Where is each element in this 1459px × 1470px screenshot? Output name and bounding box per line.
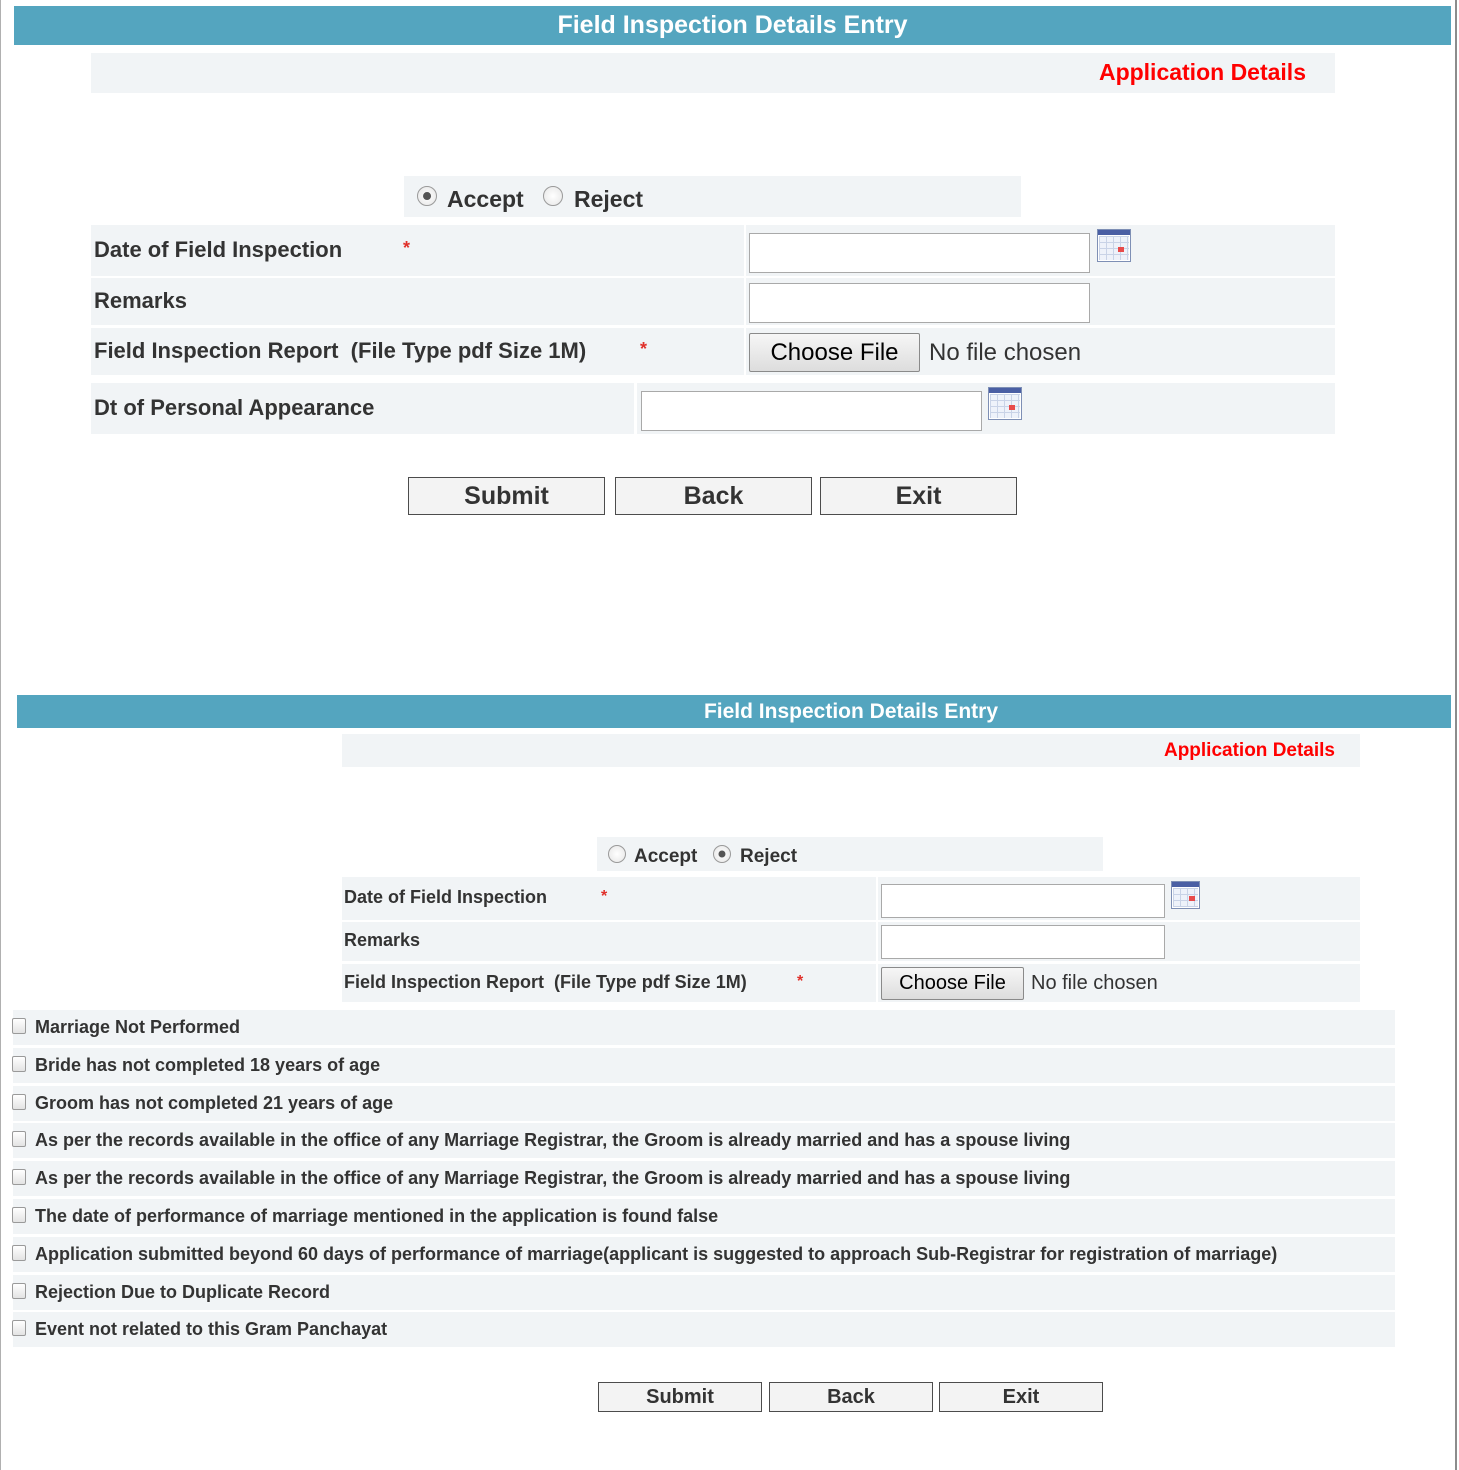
calendar-icon[interactable] — [1097, 229, 1131, 262]
form1-date-required-mark: * — [403, 238, 411, 258]
window-left-edge — [0, 0, 1, 1470]
form1-no-file-text: No file chosen — [929, 339, 1082, 366]
rejection-reason-checkbox[interactable] — [12, 1283, 26, 1299]
form2-title: Field Inspection Details Entry — [703, 700, 999, 723]
form2-report-required-mark: * — [797, 973, 804, 990]
rejection-reason-label[interactable]: As per the records available in the offi… — [35, 1168, 1070, 1189]
form2-reject-radio[interactable] — [713, 845, 731, 863]
form1-exit-button[interactable]: Exit — [820, 477, 1017, 515]
rejection-reason-label[interactable]: Bride has not completed 18 years of age — [35, 1055, 380, 1076]
form2-remarks-label: Remarks — [344, 930, 421, 950]
form2-application-details-link[interactable]: Application Details — [1000, 740, 1335, 762]
form1-appearance-label: Dt of Personal Appearance — [94, 395, 375, 420]
form1-application-details-link[interactable]: Application Details — [900, 59, 1306, 86]
form1-remarks-label: Remarks — [94, 288, 187, 313]
rejection-reason-label[interactable]: Rejection Due to Duplicate Record — [35, 1282, 330, 1303]
form1-back-button[interactable]: Back — [615, 477, 812, 515]
form2-remarks-input[interactable] — [881, 925, 1165, 959]
form2-remarks-label-cell — [342, 922, 876, 961]
form2-report-label: Field Inspection Report (File Type pdf S… — [344, 972, 747, 992]
form1-remarks-input[interactable] — [749, 283, 1090, 323]
form2-reject-label[interactable]: Reject — [740, 846, 797, 868]
form2-accept-radio[interactable] — [608, 845, 626, 863]
form2-choose-file-button[interactable]: Choose File — [881, 967, 1024, 1000]
calendar-icon[interactable] — [988, 387, 1022, 420]
form1-report-required-mark: * — [640, 339, 648, 359]
rejection-reason-label[interactable]: Marriage Not Performed — [35, 1017, 240, 1038]
rejection-reason-checkbox[interactable] — [12, 1245, 26, 1261]
rejection-reason-label[interactable]: Groom has not completed 21 years of age — [35, 1093, 393, 1114]
form2-submit-button[interactable]: Submit — [598, 1382, 762, 1412]
form1-date-label: Date of Field Inspection — [94, 237, 343, 262]
form2-date-input[interactable] — [881, 884, 1165, 918]
form1-reject-label[interactable]: Reject — [574, 186, 643, 213]
calendar-icon[interactable] — [1171, 881, 1200, 909]
form1-accept-radio[interactable] — [417, 186, 437, 206]
form1-choose-file-button[interactable]: Choose File — [749, 333, 920, 372]
form2-accept-label[interactable]: Accept — [634, 846, 697, 868]
form1-date-input[interactable] — [749, 233, 1090, 273]
form1-remarks-label-cell — [91, 278, 744, 325]
form1-report-label: Field Inspection Report (File Type pdf S… — [94, 338, 587, 363]
rejection-reason-checkbox[interactable] — [12, 1207, 26, 1223]
rejection-reason-label[interactable]: As per the records available in the offi… — [35, 1130, 1070, 1151]
rejection-reason-label[interactable]: The date of performance of marriage ment… — [35, 1206, 718, 1227]
form2-title-bar: Field Inspection Details Entry — [17, 695, 1451, 728]
rejection-reason-checkbox[interactable] — [12, 1018, 26, 1034]
form1-submit-button[interactable]: Submit — [408, 477, 605, 515]
form1-title: Field Inspection Details Entry — [557, 11, 908, 39]
rejection-reason-label[interactable]: Application submitted beyond 60 days of … — [35, 1244, 1277, 1265]
form2-no-file-text: No file chosen — [1031, 972, 1158, 994]
rejection-reason-checkbox[interactable] — [12, 1320, 26, 1336]
form1-reject-radio[interactable] — [543, 186, 563, 206]
form2-date-required-mark: * — [601, 888, 608, 905]
form2-exit-button[interactable]: Exit — [939, 1382, 1103, 1412]
form1-title-bar: Field Inspection Details Entry — [14, 6, 1451, 45]
window-right-edge — [1455, 0, 1457, 1470]
rejection-reason-label[interactable]: Event not related to this Gram Panchayat — [35, 1319, 387, 1340]
form2-date-label: Date of Field Inspection — [344, 887, 548, 907]
form1-appearance-input[interactable] — [641, 391, 982, 431]
rejection-reason-checkbox[interactable] — [12, 1131, 26, 1147]
rejection-reason-checkbox[interactable] — [12, 1056, 26, 1072]
rejection-reason-checkbox[interactable] — [12, 1169, 26, 1185]
form1-accept-label[interactable]: Accept — [447, 186, 524, 213]
form2-back-button[interactable]: Back — [769, 1382, 933, 1412]
rejection-reason-checkbox[interactable] — [12, 1094, 26, 1110]
